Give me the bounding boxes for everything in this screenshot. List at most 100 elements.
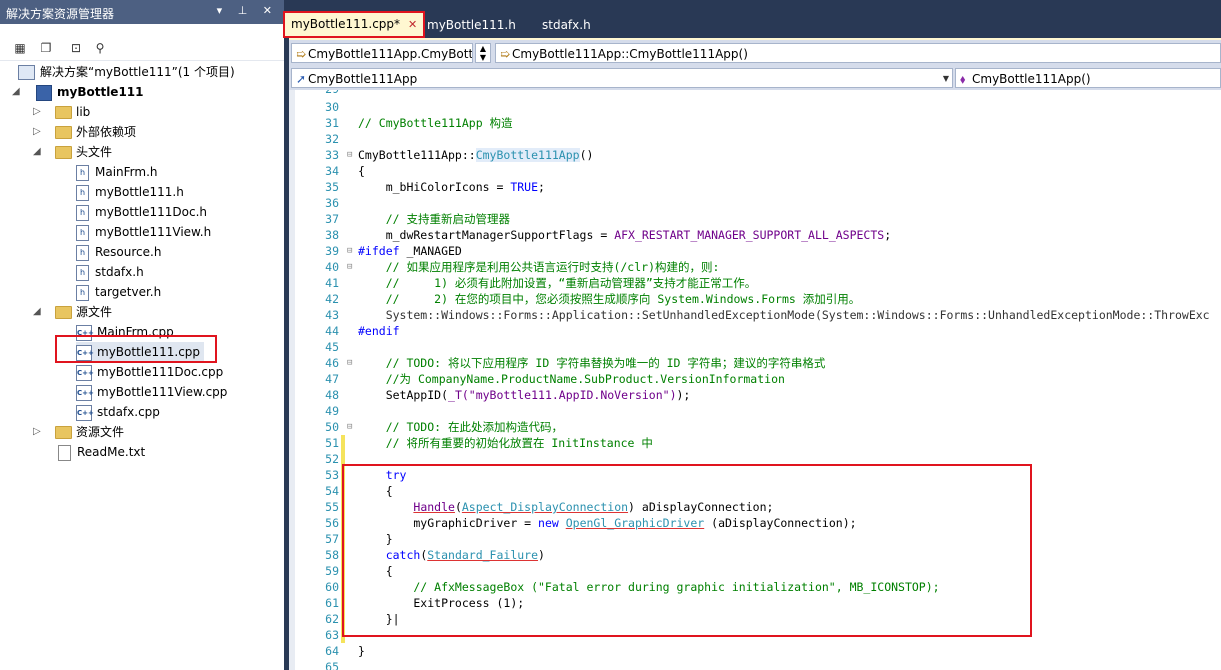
code-line: 48 SetAppID(_T("myBottle111.AppID.NoVers… bbox=[325, 388, 691, 402]
header-file-icon: h bbox=[76, 224, 89, 241]
expand-arrow-icon[interactable]: ▷ bbox=[33, 422, 43, 442]
code-line: 51 // 将所有重要的初始化放置在 InitInstance 中 bbox=[325, 435, 653, 451]
class-icon: ➚ bbox=[296, 72, 307, 86]
header-file-icon: h bbox=[76, 184, 89, 201]
member-combo[interactable]: ➯ CmyBottle111App::CmyBottle111App() bbox=[495, 43, 1221, 63]
tree-folder-sources[interactable]: ◢ 源文件 bbox=[33, 302, 112, 322]
fold-minus-icon[interactable]: ⊟ bbox=[347, 243, 352, 259]
header-file-icon: h bbox=[76, 204, 89, 221]
code-line: 65 bbox=[325, 660, 339, 670]
change-marker bbox=[341, 435, 345, 451]
collapse-arrow-icon[interactable]: ◢ bbox=[33, 142, 43, 162]
panel-window-buttons[interactable]: ▾ ⊥ ✕ bbox=[217, 4, 278, 17]
expand-arrow-icon[interactable]: ▷ bbox=[33, 122, 43, 142]
tree-file-targetver-h[interactable]: h targetver.h bbox=[76, 282, 161, 302]
collapse-arrow-icon[interactable]: ◢ bbox=[12, 82, 22, 102]
code-line: 34{ bbox=[325, 164, 365, 178]
code-line: 43 System::Windows::Forms::Application::… bbox=[325, 308, 1210, 322]
code-line: 35 m_bHiColorIcons = TRUE; bbox=[325, 180, 545, 194]
tree-project[interactable]: ◢ myBottle111 bbox=[12, 82, 144, 102]
folder-icon bbox=[55, 306, 72, 319]
cpp-file-icon: C++ bbox=[76, 384, 94, 401]
class-icon: ➯ bbox=[296, 47, 307, 61]
tree-folder-external[interactable]: ▷ 外部依赖项 bbox=[33, 122, 136, 142]
close-icon[interactable]: ✕ bbox=[408, 18, 417, 31]
tab-stdafx-h[interactable]: stdafx.h bbox=[542, 14, 591, 36]
tree-file-stdafx-h[interactable]: h stdafx.h bbox=[76, 262, 144, 282]
highlight-box-code bbox=[342, 464, 1032, 637]
scope-bar: ➚ CmyBottle111App ▼ ⬧ CmyBottle111App() bbox=[289, 66, 1221, 90]
scope-combo[interactable]: ➚ CmyBottle111App ▼ bbox=[291, 68, 953, 88]
code-line: 40 ⊟ // 如果应用程序是利用公共语言运行时支持(/clr)构建的，则: bbox=[325, 259, 720, 275]
code-line: 42 // 2) 在您的项目中，您必须按照生成顺序向 System.Window… bbox=[325, 292, 861, 306]
header-file-icon: h bbox=[76, 284, 89, 301]
chevron-down-icon[interactable]: ▼ bbox=[943, 69, 949, 87]
tree-folder-headers[interactable]: ◢ 头文件 bbox=[33, 142, 112, 162]
code-line: 36 bbox=[325, 196, 339, 210]
collapse-arrow-icon[interactable]: ◢ bbox=[33, 302, 43, 322]
cpp-file-icon: C++ bbox=[76, 404, 94, 421]
folder-icon bbox=[55, 426, 72, 439]
navigation-bar: ➯ CmyBottle111App.CmyBott ▲ ▼ ➯ CmyBottle11… bbox=[289, 40, 1221, 66]
code-line: 46 ⊟ // TODO: 将以下应用程序 ID 字符串替换为唯一的 ID 字符串… bbox=[325, 355, 826, 371]
code-line: 39 ⊟ #ifdef _MANAGED bbox=[325, 243, 462, 259]
refresh-icon[interactable]: ⊡ bbox=[68, 40, 84, 56]
tree-file-resource-h[interactable]: h Resource.h bbox=[76, 242, 161, 262]
properties-icon[interactable]: ▦ bbox=[12, 40, 28, 56]
tree-file-mybottle111-h[interactable]: h myBottle111.h bbox=[76, 182, 184, 202]
code-line: 33 ⊟ CmyBottle111App::CmyBottle111App() bbox=[325, 147, 594, 163]
tree-file-stdafx-cpp[interactable]: C++ stdafx.cpp bbox=[76, 402, 160, 422]
code-line: 50 ⊟ // TODO: 在此处添加构造代码， bbox=[325, 419, 564, 435]
tab-mybottle111-h[interactable]: myBottle111.h bbox=[427, 14, 516, 36]
solution-explorer-toolbar: ▦ ❐ ⊡ ⚲ bbox=[0, 36, 284, 61]
tree-file-mainfrm-h[interactable]: h MainFrm.h bbox=[76, 162, 158, 182]
highlight-box-file bbox=[55, 335, 217, 363]
project-icon bbox=[36, 84, 52, 101]
tree-folder-resources[interactable]: ▷ 资源文件 bbox=[33, 422, 124, 442]
code-line: 32 bbox=[325, 132, 339, 146]
solution-explorer-title-bar: 解决方案资源管理器 ▾ ⊥ ✕ bbox=[0, 0, 284, 24]
fold-minus-icon[interactable]: ⊟ bbox=[347, 147, 352, 163]
tree-solution[interactable]: 解决方案“myBottle111”(1 个项目) bbox=[18, 62, 235, 82]
tree-file-mybottle111view-h[interactable]: h myBottle111View.h bbox=[76, 222, 211, 242]
code-line: 44 #endif bbox=[325, 324, 400, 338]
fold-minus-icon[interactable]: ⊟ bbox=[347, 259, 352, 275]
tree-folder-lib[interactable]: ▷ lib bbox=[33, 102, 90, 122]
code-line: 64} bbox=[325, 644, 365, 658]
header-file-icon: h bbox=[76, 244, 89, 261]
view-class-diagram-icon[interactable]: ⚲ bbox=[92, 40, 108, 56]
code-line: 47 //为 CompanyName.ProductName.SubProduc… bbox=[325, 372, 785, 386]
cpp-file-icon: C++ bbox=[76, 364, 94, 381]
code-line: 38 m_dwRestartManagerSupportFlags = AFX_… bbox=[325, 228, 892, 242]
method-icon: ➯ bbox=[500, 47, 511, 61]
expand-arrow-icon[interactable]: ▷ bbox=[33, 102, 43, 122]
solution-explorer-title: 解决方案资源管理器 bbox=[6, 7, 115, 21]
fold-minus-icon[interactable]: ⊟ bbox=[347, 419, 352, 435]
header-file-icon: h bbox=[76, 264, 89, 281]
text-file-icon bbox=[58, 444, 71, 461]
folder-icon bbox=[55, 146, 72, 159]
class-combo[interactable]: ➯ CmyBottle111App.CmyBott bbox=[291, 43, 473, 63]
function-icon: ⬧ bbox=[960, 72, 966, 86]
code-line: 41 // 1) 必须有此附加设置，“重新启动管理器”支持才能正常工作。 bbox=[325, 276, 757, 290]
code-line: 49 bbox=[325, 404, 339, 418]
code-line: 31// CmyBottle111App 构造 bbox=[325, 116, 513, 130]
tree-file-mybottle111doc-h[interactable]: h myBottle111Doc.h bbox=[76, 202, 207, 222]
tree-file-mybottle111view-cpp[interactable]: C++ myBottle111View.cpp bbox=[76, 382, 227, 402]
show-all-files-icon[interactable]: ❐ bbox=[38, 40, 54, 56]
tree-file-mybottle111doc-cpp[interactable]: C++ myBottle111Doc.cpp bbox=[76, 362, 223, 382]
solution-explorer-panel: 解决方案资源管理器 ▾ ⊥ ✕ ▦ ❐ ⊡ ⚲ 解决方案“myBottle111… bbox=[0, 0, 284, 670]
code-line: 30 bbox=[325, 100, 339, 114]
fold-minus-icon[interactable]: ⊟ bbox=[347, 355, 352, 371]
nav-spin-button[interactable]: ▲ ▼ bbox=[475, 43, 491, 63]
function-combo[interactable]: ⬧ CmyBottle111App() bbox=[955, 68, 1221, 88]
tab-mybottle111-cpp[interactable]: myBottle111.cpp* ✕ bbox=[283, 11, 426, 38]
code-line: 29 bbox=[289, 90, 1221, 97]
tree-file-readme[interactable]: ReadMe.txt bbox=[58, 442, 145, 462]
document-tab-bar: myBottle111.cpp* ✕ myBottle111.h stdafx.h bbox=[283, 10, 1221, 38]
code-line: 37 // 支持重新启动管理器 bbox=[325, 212, 510, 226]
folder-icon bbox=[55, 126, 72, 139]
code-editor[interactable]: 29 30 31// CmyBottle111App 构造 32 33⊟CmyB… bbox=[289, 90, 1221, 670]
folder-icon bbox=[55, 106, 72, 119]
solution-icon bbox=[18, 65, 35, 80]
